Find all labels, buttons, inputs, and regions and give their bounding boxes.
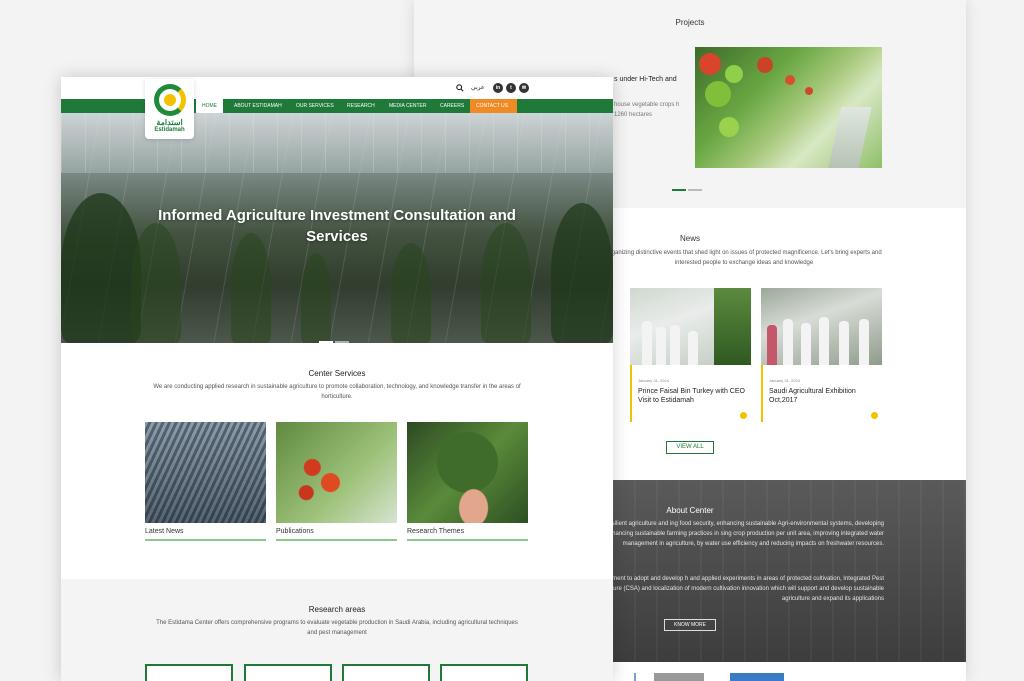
- project-description: house vegetable crops h 1260 hectares: [614, 102, 680, 118]
- hero-carousel-dots[interactable]: [319, 330, 351, 343]
- view-all-button[interactable]: VIEW ALL: [666, 441, 714, 454]
- nav-item-home[interactable]: HOME: [196, 99, 223, 113]
- projects-carousel-dots[interactable]: [672, 178, 704, 196]
- service-card-label[interactable]: Publications: [276, 528, 397, 535]
- news-card-date: January 31, 2024: [638, 378, 669, 383]
- nav-item-about[interactable]: ABOUT ESTIDAMAH: [228, 99, 288, 113]
- news-description: organizing distinctive events that shed …: [606, 250, 882, 266]
- logo-english-text: Estidamah: [154, 127, 185, 133]
- know-more-button[interactable]: KNOW MORE: [664, 619, 716, 631]
- nav-item-research[interactable]: RESEARCH: [341, 99, 381, 113]
- language-switch[interactable]: عربي: [471, 84, 485, 91]
- top-bar: عربي in t ✉: [61, 77, 613, 99]
- service-card-publications[interactable]: Publications: [276, 422, 397, 541]
- project-heading: s under Hi-Tech and: [614, 76, 677, 83]
- front-page-preview: عربي in t ✉ استدامة Estidamah HOME ABOUT…: [61, 77, 613, 681]
- research-areas-section: Research areas The Estidama Center offer…: [61, 579, 613, 681]
- linkedin-icon[interactable]: in: [493, 83, 503, 93]
- email-icon[interactable]: ✉: [519, 83, 529, 93]
- service-card-image: [276, 422, 397, 523]
- center-services-title: Center Services: [308, 369, 366, 378]
- partner-logo[interactable]: [730, 673, 784, 681]
- logo-mark-icon: [153, 84, 186, 116]
- arrow-icon[interactable]: [740, 412, 747, 419]
- estidamah-logo[interactable]: استدامة Estidamah: [145, 79, 194, 139]
- research-area-card[interactable]: [244, 664, 332, 681]
- news-card[interactable]: January 31, 2024 Prince Faisal Bin Turke…: [630, 288, 751, 422]
- service-card-latest-news[interactable]: Latest News: [145, 422, 266, 541]
- twitter-icon[interactable]: t: [506, 83, 516, 93]
- hero-banner: Informed Agriculture Investment Consulta…: [61, 113, 613, 343]
- service-card-research-themes[interactable]: Research Themes: [407, 422, 528, 541]
- projects-title: Projects: [675, 18, 705, 27]
- service-card-image: [145, 422, 266, 523]
- news-card-title[interactable]: Saudi Agricultural Exhibition Oct,2017: [769, 387, 879, 405]
- search-icon[interactable]: [456, 84, 464, 92]
- project-image: [695, 47, 882, 168]
- news-card[interactable]: January 31, 2024 Saudi Agricultural Exhi…: [761, 288, 882, 422]
- research-area-card[interactable]: [342, 664, 430, 681]
- news-card-title[interactable]: Prince Faisal Bin Turkey with CEO Visit …: [638, 387, 748, 405]
- partner-logo[interactable]: [634, 673, 714, 681]
- nav-item-careers[interactable]: CAREERS: [434, 99, 470, 113]
- nav-item-contact[interactable]: CONTACT US: [470, 99, 517, 113]
- arrow-icon[interactable]: [871, 412, 878, 419]
- research-area-card[interactable]: [440, 664, 528, 681]
- nav-item-services[interactable]: OUR SERVICES: [290, 99, 340, 113]
- service-card-label[interactable]: Latest News: [145, 528, 266, 535]
- service-card-image: [407, 422, 528, 523]
- research-area-card[interactable]: [145, 664, 233, 681]
- main-navigation: HOME ABOUT ESTIDAMAH OUR SERVICES RESEAR…: [61, 99, 613, 113]
- news-card-date: January 31, 2024: [769, 378, 800, 383]
- logo-arabic-text: استدامة: [156, 118, 183, 127]
- news-card-image: [630, 288, 751, 365]
- news-card-image: [761, 288, 882, 365]
- center-services-description: We are conducting applied research in su…: [153, 384, 521, 400]
- nav-item-media-center[interactable]: MEDIA CENTER: [383, 99, 433, 113]
- service-card-label[interactable]: Research Themes: [407, 528, 528, 535]
- research-areas-description: The Estidama Center offers comprehensive…: [156, 620, 518, 636]
- research-areas-title: Research areas: [308, 605, 366, 614]
- hero-title: Informed Agriculture Investment Consulta…: [158, 207, 516, 245]
